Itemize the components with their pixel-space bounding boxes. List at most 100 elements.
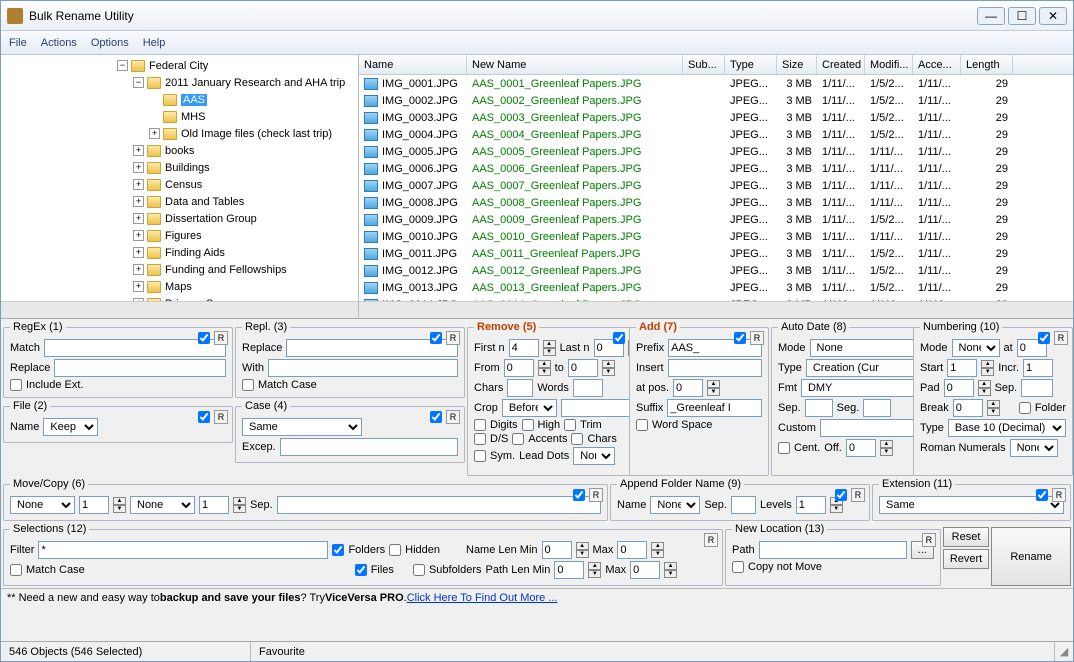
remove-enable[interactable] xyxy=(613,332,625,344)
case-excep-input[interactable] xyxy=(280,438,458,456)
extension-reset[interactable]: R xyxy=(1052,488,1066,502)
tree-expand-icon[interactable]: + xyxy=(149,128,160,139)
selections-reset[interactable]: R xyxy=(704,533,718,547)
tree-item[interactable]: AAS xyxy=(1,91,358,108)
maximize-button[interactable]: ☐ xyxy=(1008,7,1036,25)
menu-file[interactable]: File xyxy=(9,37,27,49)
remove-accents[interactable] xyxy=(512,433,524,445)
selections-namelenmax-input[interactable] xyxy=(617,541,647,559)
extension-enable[interactable] xyxy=(1036,489,1048,501)
minimize-button[interactable]: — xyxy=(977,7,1005,25)
menu-actions[interactable]: Actions xyxy=(41,37,77,49)
newlocation-copynotmove[interactable] xyxy=(732,561,744,573)
column-header[interactable]: Length xyxy=(961,55,1013,74)
tree-expand-icon[interactable]: + xyxy=(133,230,144,241)
add-wordspace[interactable] xyxy=(636,419,648,431)
column-header[interactable]: Modifi... xyxy=(865,55,913,74)
add-enable[interactable] xyxy=(734,332,746,344)
tree-expand-icon[interactable]: + xyxy=(133,162,144,173)
remove-to-input[interactable] xyxy=(568,359,598,377)
numbering-roman-select[interactable]: None xyxy=(1010,439,1058,457)
selections-matchcase[interactable] xyxy=(10,564,22,576)
add-suffix-input[interactable] xyxy=(667,399,762,417)
remove-chars-input[interactable] xyxy=(507,379,533,397)
tree-expand-icon[interactable]: − xyxy=(117,60,128,71)
selections-hidden[interactable] xyxy=(389,544,401,556)
tree-item[interactable]: +Finding Aids xyxy=(1,244,358,261)
file-row[interactable]: IMG_0004.JPGAAS_0004_Greenleaf Papers.JP… xyxy=(359,126,1073,143)
tree-item[interactable]: +Data and Tables xyxy=(1,193,358,210)
tree-item[interactable]: −2011 January Research and AHA trip xyxy=(1,74,358,91)
movecopy-n2[interactable] xyxy=(199,496,229,514)
numbering-enable[interactable] xyxy=(1038,332,1050,344)
repl-with-input[interactable] xyxy=(268,359,458,377)
remove-ds[interactable] xyxy=(474,433,486,445)
appendfolder-enable[interactable] xyxy=(835,489,847,501)
newlocation-path-input[interactable] xyxy=(759,541,907,559)
movecopy-sel1[interactable]: None xyxy=(10,496,75,514)
selections-pathlenmin-input[interactable] xyxy=(554,561,584,579)
tree-item[interactable]: MHS xyxy=(1,108,358,125)
file-list[interactable]: NameNew NameSub...TypeSizeCreatedModifi.… xyxy=(359,55,1073,318)
remove-digits[interactable] xyxy=(474,419,486,431)
numbering-sep-input[interactable] xyxy=(1021,379,1053,397)
file-row[interactable]: IMG_0011.JPGAAS_0011_Greenleaf Papers.JP… xyxy=(359,245,1073,262)
file-name-select[interactable]: Keep xyxy=(43,418,98,436)
movecopy-reset[interactable]: R xyxy=(589,488,603,502)
tree-hscroll[interactable] xyxy=(1,301,358,318)
tree-item[interactable]: +Census xyxy=(1,176,358,193)
close-button[interactable]: ✕ xyxy=(1039,7,1067,25)
remove-crop-select[interactable]: Before xyxy=(502,399,557,417)
column-header[interactable]: New Name xyxy=(467,55,683,74)
tree-expand-icon[interactable]: − xyxy=(133,77,144,88)
selections-namelenmin-input[interactable] xyxy=(542,541,572,559)
selections-subfolders[interactable] xyxy=(413,564,425,576)
numbering-incr-input[interactable] xyxy=(1023,359,1053,377)
file-row[interactable]: IMG_0006.JPGAAS_0006_Greenleaf Papers.JP… xyxy=(359,160,1073,177)
autodate-sep-input[interactable] xyxy=(805,399,833,417)
numbering-start-input[interactable] xyxy=(947,359,977,377)
file-reset[interactable]: R xyxy=(214,410,228,424)
appendfolder-reset[interactable]: R xyxy=(851,488,865,502)
file-row[interactable]: IMG_0005.JPGAAS_0005_Greenleaf Papers.JP… xyxy=(359,143,1073,160)
numbering-break-input[interactable] xyxy=(953,399,983,417)
tree-item[interactable]: +Figures xyxy=(1,227,358,244)
remove-chars2[interactable] xyxy=(571,433,583,445)
movecopy-n1[interactable] xyxy=(79,496,109,514)
tree-item[interactable]: +Maps xyxy=(1,278,358,295)
file-row[interactable]: IMG_0001.JPGAAS_0001_Greenleaf Papers.JP… xyxy=(359,75,1073,92)
file-enable[interactable] xyxy=(198,411,210,423)
tree-item[interactable]: +Funding and Fellowships xyxy=(1,261,358,278)
file-row[interactable]: IMG_0010.JPGAAS_0010_Greenleaf Papers.JP… xyxy=(359,228,1073,245)
case-select[interactable]: Same xyxy=(242,418,362,436)
column-header[interactable]: Size xyxy=(777,55,817,74)
reset-button[interactable]: Reset xyxy=(943,527,989,547)
remove-firstn-input[interactable] xyxy=(509,339,539,357)
numbering-folder[interactable] xyxy=(1019,402,1031,414)
appendfolder-name-select[interactable]: None xyxy=(650,496,700,514)
rename-button[interactable]: Rename xyxy=(991,527,1071,586)
tree-item[interactable]: +Dissertation Group xyxy=(1,210,358,227)
autodate-cent[interactable] xyxy=(778,442,790,454)
repl-matchcase[interactable] xyxy=(242,379,254,391)
file-row[interactable]: IMG_0012.JPGAAS_0012_Greenleaf Papers.JP… xyxy=(359,262,1073,279)
menu-help[interactable]: Help xyxy=(143,37,166,49)
file-row[interactable]: IMG_0003.JPGAAS_0003_Greenleaf Papers.JP… xyxy=(359,109,1073,126)
appendfolder-levels-input[interactable] xyxy=(796,496,826,514)
remove-from-input[interactable] xyxy=(504,359,534,377)
menu-options[interactable]: Options xyxy=(91,37,129,49)
tree-item[interactable]: +Buildings xyxy=(1,159,358,176)
numbering-mode-select[interactable]: None xyxy=(952,339,1000,357)
tree-item[interactable]: +Old Image files (check last trip) xyxy=(1,125,358,142)
tree-item[interactable]: −Federal City xyxy=(1,57,358,74)
case-enable[interactable] xyxy=(430,411,442,423)
selections-pathlenmax-input[interactable] xyxy=(630,561,660,579)
movecopy-sel2[interactable]: None xyxy=(130,496,195,514)
firstn-spinner[interactable]: ▲▼ xyxy=(543,340,556,356)
repl-reset[interactable]: R xyxy=(446,331,460,345)
tree-expand-icon[interactable]: + xyxy=(133,179,144,190)
tree-expand-icon[interactable]: + xyxy=(133,247,144,258)
tree-expand-icon[interactable]: + xyxy=(133,264,144,275)
case-reset[interactable]: R xyxy=(446,410,460,424)
file-row[interactable]: IMG_0007.JPGAAS_0007_Greenleaf Papers.JP… xyxy=(359,177,1073,194)
